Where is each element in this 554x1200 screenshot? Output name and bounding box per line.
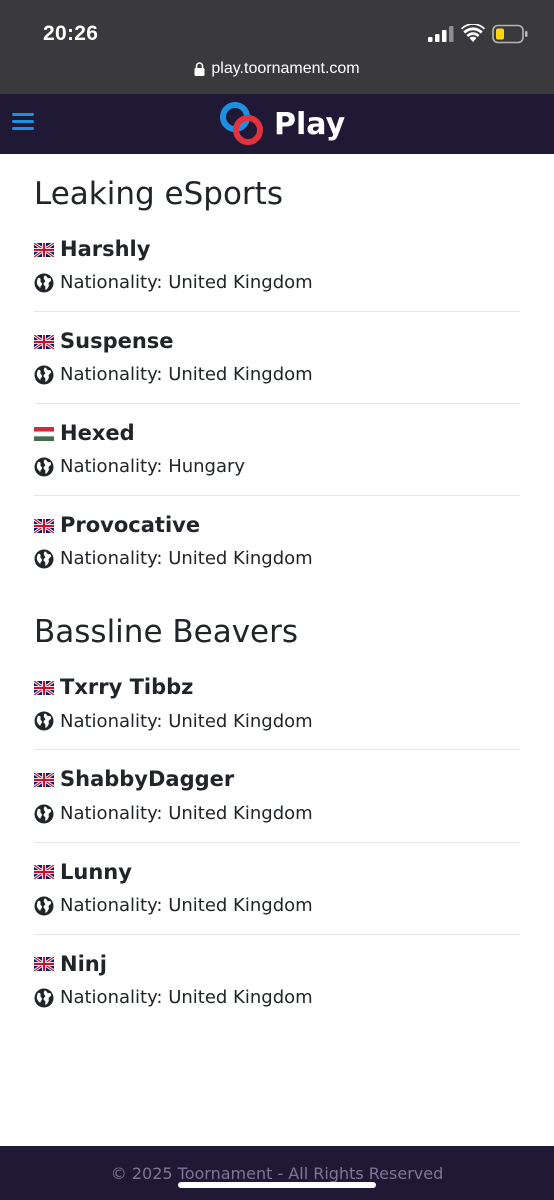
- player-item[interactable]: Txrry Tibbz Nationality: United Kingdom: [34, 676, 520, 751]
- player-item[interactable]: ShabbyDagger Nationality: United Kingdom: [34, 768, 520, 843]
- player-name[interactable]: Hexed: [60, 422, 135, 445]
- cellular-signal-icon: [428, 26, 454, 42]
- team-section: Leaking eSports Harshly Nationality: Unite…: [34, 179, 520, 587]
- uk-flag-icon: [34, 773, 54, 788]
- uk-flag-icon: [34, 865, 54, 880]
- battery-low-icon: [492, 24, 528, 44]
- brand-logo[interactable]: Play: [218, 100, 345, 148]
- team-title: Bassline Beavers: [34, 614, 299, 651]
- player-nationality: Nationality: United Kingdom: [60, 364, 313, 386]
- brand-text: Play: [274, 106, 346, 142]
- uk-flag-icon: [34, 518, 54, 533]
- player-nationality: Nationality: United Kingdom: [60, 548, 313, 570]
- status-time: 20:26: [43, 22, 99, 45]
- player-item[interactable]: Harshly Nationality: United Kingdom: [34, 237, 520, 313]
- roster-content: Leaking eSports Harshly Nationality: Unite…: [0, 179, 554, 1026]
- player-name[interactable]: Txrry Tibbz: [60, 676, 193, 699]
- url-text: play.toornament.com: [211, 60, 360, 77]
- player-item[interactable]: Hexed Nationality: Hungary: [34, 422, 520, 497]
- player-nationality: Nationality: United Kingdom: [60, 710, 313, 732]
- uk-flag-icon: [34, 957, 54, 972]
- player-item[interactable]: Provocative Nationality: United Kingdom: [34, 514, 520, 587]
- player-nationality: Nationality: Hungary: [60, 456, 246, 478]
- uk-flag-icon: [34, 680, 54, 695]
- globe-icon: [34, 549, 54, 569]
- globe-icon: [34, 273, 54, 293]
- uk-flag-icon: [34, 334, 54, 349]
- player-nationality: Nationality: United Kingdom: [60, 986, 313, 1008]
- globe-icon: [34, 711, 54, 731]
- navbar: Play: [0, 94, 554, 154]
- team-title: Leaking eSports: [34, 176, 283, 212]
- toornament-logo-icon: [220, 102, 263, 145]
- player-item[interactable]: Ninj Nationality: United Kingdom: [34, 952, 520, 1026]
- player-name[interactable]: Harshly: [60, 237, 150, 261]
- globe-icon: [34, 804, 54, 824]
- player-nationality: Nationality: United Kingdom: [60, 802, 313, 824]
- player-name[interactable]: ShabbyDagger: [60, 768, 234, 791]
- player-name[interactable]: Suspense: [60, 329, 174, 353]
- status-bar: 20:26 play.toornament.com: [0, 0, 554, 94]
- globe-icon: [34, 457, 54, 477]
- uk-flag-icon: [34, 242, 54, 257]
- team-section: Bassline Beavers Txrry Tibbz Nationality: …: [34, 617, 520, 1025]
- url-bar[interactable]: play.toornament.com: [0, 60, 554, 78]
- globe-icon: [34, 896, 54, 916]
- hamburger-menu-icon[interactable]: [12, 113, 34, 135]
- wifi-icon: [461, 24, 485, 42]
- player-item[interactable]: Suspense Nationality: United Kingdom: [34, 329, 520, 405]
- player-name[interactable]: Ninj: [60, 952, 107, 976]
- footer-text: © 2025 Toornament - All Rights Reserved: [110, 1163, 444, 1183]
- globe-icon: [34, 365, 54, 385]
- player-item[interactable]: Lunny Nationality: United Kingdom: [34, 860, 520, 935]
- footer: © 2025 Toornament - All Rights Reserved: [0, 1146, 554, 1200]
- player-name[interactable]: Provocative: [60, 514, 200, 537]
- player-nationality: Nationality: United Kingdom: [60, 272, 313, 294]
- player-nationality: Nationality: United Kingdom: [60, 894, 313, 916]
- lock-icon: [194, 62, 205, 76]
- hungary-flag-icon: [34, 426, 54, 441]
- player-name[interactable]: Lunny: [60, 860, 132, 884]
- home-indicator: [178, 1182, 376, 1188]
- globe-icon: [34, 988, 54, 1008]
